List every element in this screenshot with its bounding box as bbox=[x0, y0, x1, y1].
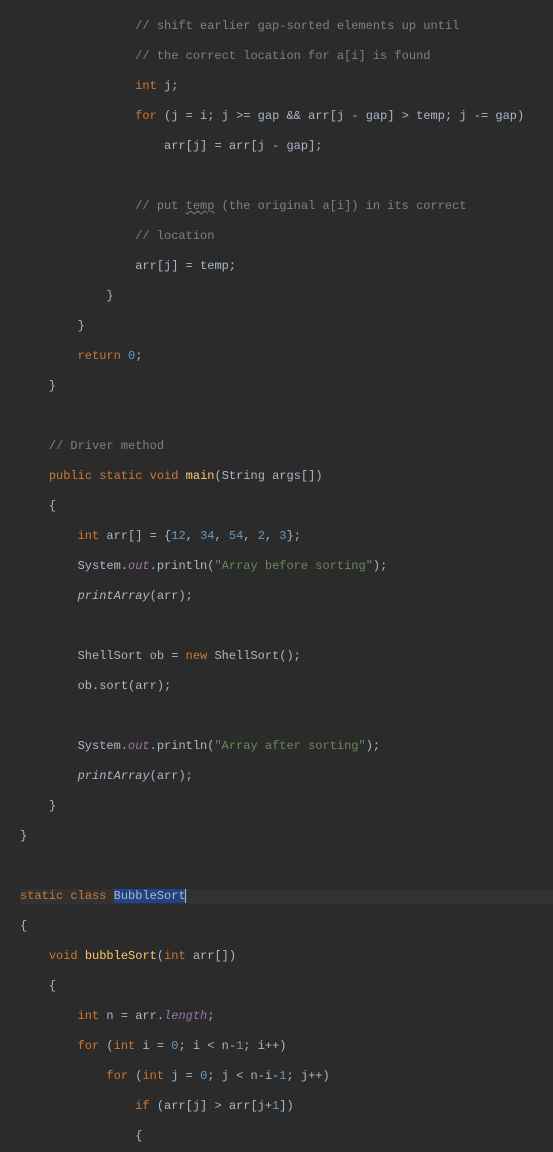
code-line: { bbox=[20, 919, 553, 934]
code-line: // Driver method bbox=[20, 439, 553, 454]
code-line: return 0; bbox=[20, 349, 553, 364]
keyword-return: return bbox=[78, 349, 121, 363]
code-line: { bbox=[20, 499, 553, 514]
code-line: printArray(arr); bbox=[20, 589, 553, 604]
caret-icon bbox=[185, 889, 186, 903]
code-line: int j; bbox=[20, 79, 553, 94]
code-editor[interactable]: // shift earlier gap-sorted elements up … bbox=[0, 0, 553, 1152]
code-line: int arr[] = {12, 34, 54, 2, 3}; bbox=[20, 529, 553, 544]
comment: // location bbox=[135, 229, 214, 243]
comment: // put temp (the original a[i]) in its c… bbox=[135, 199, 466, 213]
code-line: arr[j] = temp; bbox=[20, 259, 553, 274]
code-line: for (j = i; j >= gap && arr[j - gap] > t… bbox=[20, 109, 553, 124]
code-line: public static void main(String args[]) bbox=[20, 469, 553, 484]
comment: // shift earlier gap-sorted elements up … bbox=[135, 19, 459, 33]
code-line: for (int i = 0; i < n-1; i++) bbox=[20, 1039, 553, 1054]
code-line: if (arr[j] > arr[j+1]) bbox=[20, 1099, 553, 1114]
code-line: void bubbleSort(int arr[]) bbox=[20, 949, 553, 964]
code-line bbox=[20, 859, 553, 874]
code-line: { bbox=[20, 979, 553, 994]
code-line: int n = arr.length; bbox=[20, 1009, 553, 1024]
code-line: } bbox=[20, 799, 553, 814]
code-line: // location bbox=[20, 229, 553, 244]
string-literal: "Array before sorting" bbox=[214, 559, 372, 573]
code-line bbox=[20, 169, 553, 184]
code-line bbox=[20, 619, 553, 634]
keyword-int: int bbox=[135, 79, 157, 93]
comment: // the correct location for a[i] is foun… bbox=[135, 49, 430, 63]
code-line: arr[j] = arr[j - gap]; bbox=[20, 139, 553, 154]
code-line: } bbox=[20, 829, 553, 844]
field-out: out bbox=[128, 559, 150, 573]
code-line: // shift earlier gap-sorted elements up … bbox=[20, 19, 553, 34]
code-line: // put temp (the original a[i]) in its c… bbox=[20, 199, 553, 214]
code-line: ShellSort ob = new ShellSort(); bbox=[20, 649, 553, 664]
code-line: printArray(arr); bbox=[20, 769, 553, 784]
code-line-active: static class BubbleSort bbox=[20, 889, 553, 904]
code-line: } bbox=[20, 379, 553, 394]
code-line bbox=[20, 409, 553, 424]
code-line: } bbox=[20, 319, 553, 334]
string-literal: "Array after sorting" bbox=[214, 739, 365, 753]
keyword-for: for bbox=[135, 109, 157, 123]
code-line: System.out.println("Array after sorting"… bbox=[20, 739, 553, 754]
comment: // Driver method bbox=[49, 439, 164, 453]
method-main: main bbox=[186, 469, 215, 483]
method-bubblesort: bubbleSort bbox=[85, 949, 157, 963]
code-line: for (int j = 0; j < n-i-1; j++) bbox=[20, 1069, 553, 1084]
warning-word: temp bbox=[186, 199, 215, 213]
code-line: } bbox=[20, 289, 553, 304]
code-line bbox=[20, 709, 553, 724]
code-line: { bbox=[20, 1129, 553, 1144]
code-line: // the correct location for a[i] is foun… bbox=[20, 49, 553, 64]
code-line: ob.sort(arr); bbox=[20, 679, 553, 694]
selected-text: BubbleSort bbox=[114, 889, 186, 903]
code-line: System.out.println("Array before sorting… bbox=[20, 559, 553, 574]
